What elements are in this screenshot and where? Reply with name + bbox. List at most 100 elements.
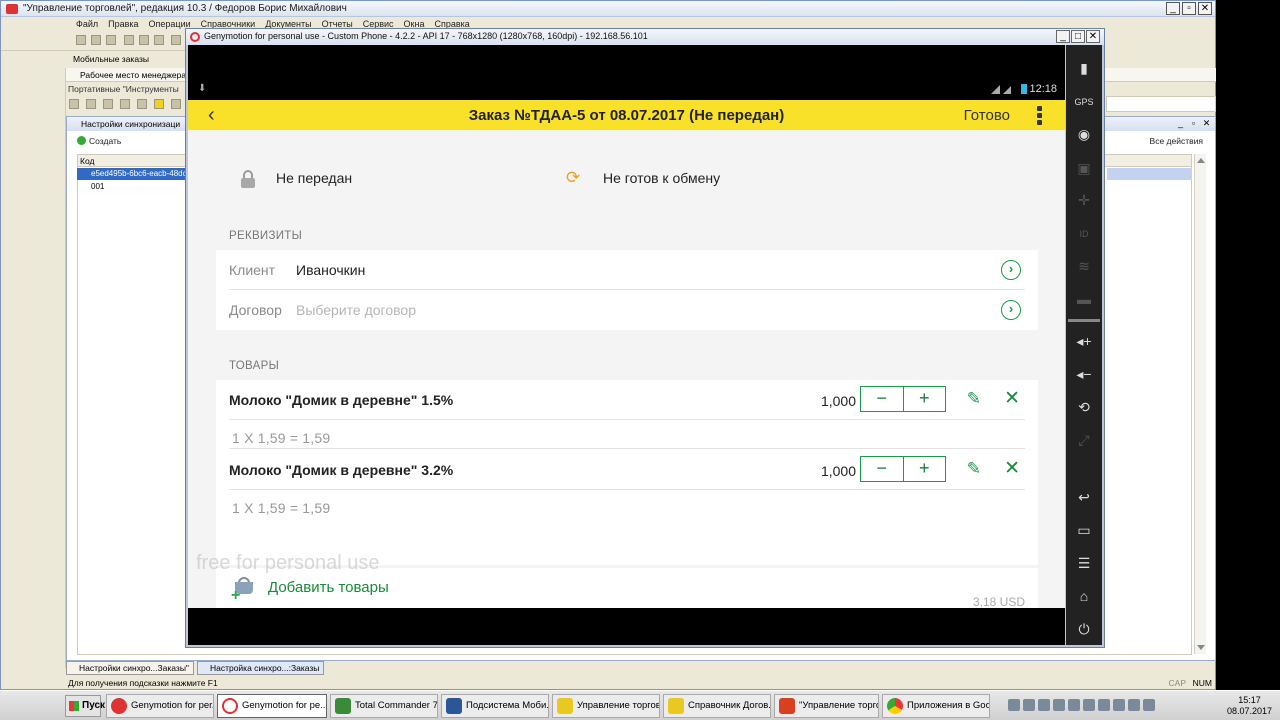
- more-menu-icon[interactable]: [1037, 106, 1043, 126]
- gps-icon[interactable]: GPS: [1074, 93, 1094, 111]
- tray-icon[interactable]: [1128, 699, 1140, 711]
- battery-widget-icon[interactable]: ▮: [1074, 59, 1094, 77]
- save-icon[interactable]: [106, 35, 116, 45]
- capture-icon[interactable]: ▣: [1074, 159, 1094, 177]
- copy-icon[interactable]: [139, 35, 149, 45]
- tray-icon[interactable]: [1008, 699, 1020, 711]
- print-icon[interactable]: [171, 35, 181, 45]
- table-row[interactable]: 001: [77, 181, 187, 193]
- exchange-status: Не готов к обмену: [603, 170, 721, 186]
- download-icon: ⬇: [198, 83, 207, 94]
- minimize-button[interactable]: _: [1166, 2, 1180, 15]
- tray-clock[interactable]: 15:17 08.07.2017: [1227, 695, 1272, 717]
- tool-icon[interactable]: [171, 99, 181, 109]
- all-actions-button[interactable]: Все действия: [1150, 136, 1203, 146]
- geny-maximize-button[interactable]: □: [1071, 30, 1085, 43]
- contract-field[interactable]: Договор Выберите договор ›: [229, 290, 1025, 330]
- tool-icon[interactable]: [154, 99, 164, 109]
- divider: [229, 448, 1025, 449]
- chrome-icon: [887, 698, 903, 714]
- increase-button[interactable]: +: [904, 387, 946, 411]
- decrease-button[interactable]: −: [861, 457, 904, 481]
- phone-screen: ⬇ 12:18 ‹ Заказ №ТДАА-5 от 08.07.2017 (Н…: [188, 45, 1065, 645]
- volume-up-icon[interactable]: ◂+: [1074, 332, 1094, 350]
- tray-icon[interactable]: [1068, 699, 1080, 711]
- tray-icon[interactable]: [1098, 699, 1110, 711]
- power-icon[interactable]: ⏻: [1074, 620, 1094, 638]
- workplace-label[interactable]: Рабочее место менеджера по: [80, 70, 198, 80]
- tool-icon[interactable]: [86, 99, 96, 109]
- start-button[interactable]: Пуск: [65, 695, 105, 717]
- chevron-right-icon[interactable]: ›: [1001, 260, 1021, 280]
- create-button[interactable]: Создать: [77, 136, 121, 146]
- edit-pencil-icon[interactable]: ✎: [967, 389, 981, 409]
- taskbar-item-active[interactable]: Genymotion for pe...: [217, 694, 327, 718]
- cut-icon[interactable]: [124, 35, 134, 45]
- tool-icon[interactable]: [120, 99, 130, 109]
- close-button[interactable]: ✕: [1198, 2, 1212, 15]
- menu-edit[interactable]: Правка: [108, 17, 138, 31]
- taskbar-item[interactable]: Genymotion for per...: [106, 694, 214, 718]
- taskbar-item[interactable]: Справочник Догов...: [663, 694, 771, 718]
- section-details-label: РЕКВИЗИТЫ: [229, 230, 303, 242]
- scale-icon[interactable]: ⤢: [1074, 431, 1094, 449]
- id-icon[interactable]: ID: [1074, 225, 1094, 243]
- paste-icon[interactable]: [154, 35, 164, 45]
- client-value: Иваночкин: [296, 262, 366, 278]
- delete-x-icon[interactable]: ✕: [1004, 387, 1020, 410]
- home-icon[interactable]: ⌂: [1074, 587, 1094, 605]
- tray-icon[interactable]: [1038, 699, 1050, 711]
- client-field[interactable]: Клиент Иваночкин ›: [229, 250, 1025, 290]
- table-row[interactable]: e5ed495b-6bc6-eacb-48dc: [77, 168, 187, 180]
- section-goods-label: ТОВАРЫ: [229, 360, 280, 372]
- window-tab[interactable]: Настройки синхро...Заказы": [66, 661, 194, 675]
- decrease-button[interactable]: −: [861, 387, 904, 411]
- taskbar-item[interactable]: "Управление торго...: [774, 694, 879, 718]
- restore-button[interactable]: ▫: [1182, 2, 1196, 15]
- done-button[interactable]: Готово: [964, 107, 1010, 124]
- geny-minimize-button[interactable]: _: [1056, 30, 1070, 43]
- menu-icon[interactable]: ☰: [1074, 554, 1094, 572]
- mobile-orders-dropdown[interactable]: Мобильные заказы: [73, 54, 149, 64]
- taskbar-item[interactable]: Приложения в Goo...: [882, 694, 990, 718]
- menu-file[interactable]: Файл: [76, 17, 98, 31]
- delete-x-icon[interactable]: ✕: [1004, 457, 1020, 480]
- tray-icon[interactable]: [1083, 699, 1095, 711]
- tray-icon[interactable]: [1053, 699, 1065, 711]
- edit-pencil-icon[interactable]: ✎: [967, 459, 981, 479]
- tool-icon[interactable]: [137, 99, 147, 109]
- taskbar-item[interactable]: Total Commander 7...: [330, 694, 438, 718]
- column-code[interactable]: Код: [80, 156, 94, 166]
- vertical-scrollbar[interactable]: [1194, 154, 1206, 654]
- genymotion-title: Genymotion for personal use - Custom Pho…: [204, 31, 648, 41]
- android-back-icon[interactable]: ↩: [1074, 488, 1094, 506]
- new-icon[interactable]: [76, 35, 86, 45]
- num-indicator: NUM: [1192, 678, 1212, 688]
- inner-restore-button[interactable]: ▫: [1188, 118, 1199, 129]
- sms-icon[interactable]: ▬: [1074, 290, 1094, 308]
- inner-close-button[interactable]: ✕: [1201, 118, 1212, 129]
- window-tab-active[interactable]: Настройка синхро...:Заказы: [196, 661, 325, 675]
- onec-toolbar: [1, 31, 186, 51]
- rss-icon[interactable]: ≋: [1074, 257, 1094, 275]
- onec-logo-icon: [6, 4, 18, 14]
- taskbar-item[interactable]: Управление торгов...: [552, 694, 660, 718]
- tool-icon[interactable]: [69, 99, 79, 109]
- increase-button[interactable]: +: [904, 457, 946, 481]
- genymotion-window: Genymotion for personal use - Custom Pho…: [185, 28, 1105, 648]
- tray-icon[interactable]: [1023, 699, 1035, 711]
- add-goods-button[interactable]: Добавить товары: [268, 579, 389, 596]
- recent-apps-icon[interactable]: ▭: [1074, 521, 1094, 539]
- open-icon[interactable]: [91, 35, 101, 45]
- webcam-icon[interactable]: ◉: [1074, 125, 1094, 143]
- geny-close-button[interactable]: ✕: [1086, 30, 1100, 43]
- remote-control-icon[interactable]: ✛: [1074, 191, 1094, 209]
- tray-icon[interactable]: [1143, 699, 1155, 711]
- rotate-icon[interactable]: ⟲: [1074, 398, 1094, 416]
- chevron-right-icon[interactable]: ›: [1001, 300, 1021, 320]
- inner-minimize-button[interactable]: _: [1175, 118, 1186, 129]
- volume-down-icon[interactable]: ◂−: [1074, 365, 1094, 383]
- taskbar-item[interactable]: Подсистема Моби...: [441, 694, 549, 718]
- tool-icon[interactable]: [103, 99, 113, 109]
- tray-icon[interactable]: [1113, 699, 1125, 711]
